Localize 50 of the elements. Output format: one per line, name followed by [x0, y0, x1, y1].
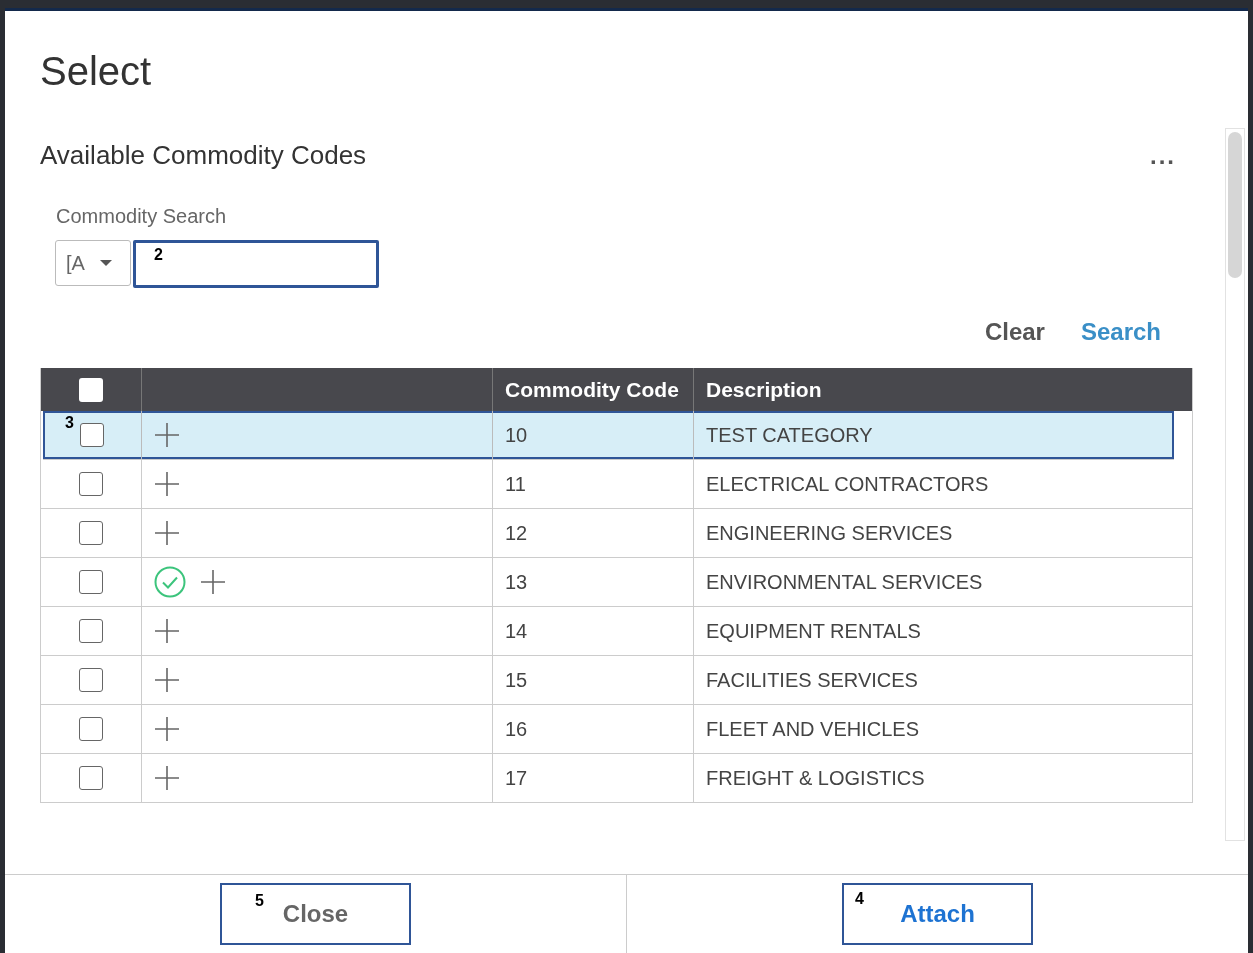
table-cell: 14	[493, 607, 694, 655]
row-checkbox[interactable]	[79, 521, 103, 545]
table-cell-text: EQUIPMENT RENTALS	[705, 618, 922, 644]
callout-number: 5	[255, 892, 264, 910]
select-all-checkbox[interactable]	[79, 377, 103, 402]
row-checkbox[interactable]	[79, 717, 103, 741]
search-field[interactable]: 2	[133, 240, 379, 288]
plus-icon[interactable]	[154, 716, 180, 742]
plus-icon[interactable]	[154, 618, 180, 644]
table-cell-text: ENVIRONMENTAL SERVICES	[705, 569, 984, 595]
row-checkbox[interactable]	[79, 472, 103, 496]
scrollbar[interactable]	[1225, 128, 1245, 841]
table-cell-text: ELECTRICAL CONTRACTORS	[705, 471, 990, 497]
more-button[interactable]: ...	[1150, 141, 1176, 170]
scrollbar-thumb[interactable]	[1228, 132, 1242, 278]
table-cell: 13	[493, 558, 694, 606]
row-checkbox[interactable]	[79, 619, 103, 643]
table-cell-text: FLEET AND VEHICLES	[705, 716, 921, 742]
plus-icon[interactable]	[154, 520, 180, 546]
plus-icon[interactable]	[154, 667, 180, 693]
column-header: Description	[705, 376, 823, 403]
search-label: Commodity Search	[56, 205, 228, 228]
table-cell: 16	[493, 705, 694, 753]
plus-icon[interactable]	[154, 471, 180, 497]
row-checkbox[interactable]	[79, 570, 103, 594]
table-cell: 11	[493, 460, 694, 508]
table-cell-text: FREIGHT & LOGISTICS	[705, 765, 926, 791]
table-cell: 15	[493, 656, 694, 704]
table-cell: 12	[493, 509, 694, 557]
row-checkbox[interactable]	[79, 668, 103, 692]
callout-number: 2	[154, 246, 163, 264]
callout-number: 4	[855, 890, 864, 908]
caret-icon	[98, 259, 113, 267]
clear-button[interactable]: Clear	[984, 318, 1045, 346]
table-cell: 10	[493, 411, 694, 459]
search-button[interactable]: Search	[1080, 318, 1161, 346]
table-cell: 17	[493, 754, 694, 802]
section-title: Available Commodity Codes	[40, 140, 367, 171]
search-mode-dropdown[interactable]: [A	[55, 240, 131, 286]
selected-row[interactable]: 3 10 TEST CATEGORY	[43, 411, 1174, 460]
table-cell-text: FACILITIES SERVICES	[705, 667, 919, 693]
table-cell-text: ENGINEERING SERVICES	[705, 520, 954, 546]
row-checkbox[interactable]	[80, 423, 104, 447]
plus-icon[interactable]	[200, 569, 226, 595]
row-checkbox[interactable]	[79, 766, 103, 790]
plus-icon[interactable]	[154, 422, 180, 448]
table-cell-text: TEST CATEGORY	[705, 422, 874, 448]
callout-number: 3	[65, 415, 74, 431]
plus-icon[interactable]	[154, 765, 180, 791]
dialog-title: Select	[40, 49, 153, 94]
